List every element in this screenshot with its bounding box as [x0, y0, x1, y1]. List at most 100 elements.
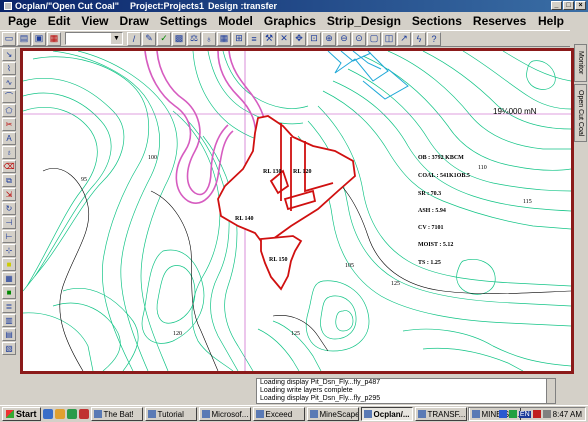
tab-monitor[interactable]: Monitor [574, 44, 587, 82]
clock[interactable]: 8:47 AM [553, 410, 582, 419]
chart-tool-icon[interactable]: ▧ [2, 342, 16, 355]
window-icon[interactable]: ▢ [367, 31, 381, 46]
split-icon[interactable]: ◫ [382, 31, 396, 46]
map-canvas[interactable]: 19¼000 mN RL 130 RL 120 RL 140 RL 150 OB… [20, 48, 574, 374]
menu-help[interactable]: Help [538, 14, 564, 28]
antivirus-icon[interactable] [508, 410, 517, 418]
task-minescape[interactable]: MineScape [306, 407, 359, 421]
task-transfer[interactable]: TRANSF... [414, 407, 467, 421]
image-icon[interactable]: ▩ [172, 31, 186, 46]
fill-tool-icon[interactable]: ■ [2, 258, 16, 271]
ocplan-icon [363, 410, 372, 418]
menu-edit[interactable]: Edit [48, 14, 71, 28]
table-tool-icon[interactable]: ▥ [2, 314, 16, 327]
menu-settings[interactable]: Settings [160, 14, 207, 28]
snap-tool-icon[interactable]: ⊹ [2, 244, 16, 257]
menu-reserves[interactable]: Reserves [473, 14, 526, 28]
green-tool-icon[interactable]: ■ [2, 286, 16, 299]
reserve-stat: SR : 70.3 [418, 191, 442, 197]
split-tool-icon[interactable]: ⊣ [2, 216, 16, 229]
start-button[interactable]: Start [2, 407, 41, 421]
alert-icon[interactable] [532, 410, 541, 418]
copy-tool-icon[interactable]: ⧉ [2, 174, 16, 187]
menu-graphics[interactable]: Graphics [264, 14, 316, 28]
save-icon[interactable]: ▣ [32, 31, 46, 46]
line-tool-icon[interactable]: ↘ [2, 48, 16, 61]
log-line: Loading display Pit_Dsn_Fly...fly_p295 [260, 395, 381, 402]
layer-tool-icon[interactable]: ▤ [2, 328, 16, 341]
zoom-in-icon[interactable]: ⊕ [322, 31, 336, 46]
volume-icon[interactable] [542, 410, 551, 418]
contour-map[interactable] [23, 51, 571, 371]
arc-tool-icon[interactable]: ⌒ [2, 90, 16, 103]
pencil-icon[interactable]: / [127, 31, 141, 46]
curve-tool-icon[interactable]: ∿ [2, 76, 16, 89]
left-tool-palette: ↘ ⌇ ∿ ⌒ ⬠ ✂ A ♁ ⌫ ⧉ ⇲ ↻ ⊣ ⊢ ⊹ ■ ▦ ■ ≣ ▥ … [0, 47, 18, 377]
grid-icon[interactable]: ▦ [217, 31, 231, 46]
tools-icon[interactable]: ⚒ [262, 31, 276, 46]
new-page-icon[interactable]: ▭ [2, 31, 16, 46]
task-microsoft[interactable]: Microsof... [198, 407, 251, 421]
layer-select[interactable]: ▼ [65, 32, 123, 45]
browser-icon[interactable] [66, 409, 77, 419]
grid-tool-icon[interactable]: ▦ [2, 272, 16, 285]
menu-page[interactable]: Page [8, 14, 37, 28]
menu-view[interactable]: View [81, 14, 108, 28]
taskbar: Start The Bat! Tutorial Microsof... Exce… [0, 405, 588, 422]
erase-tool-icon[interactable]: ⌫ [2, 160, 16, 173]
cut-tool-icon[interactable]: ✂ [2, 118, 16, 131]
task-ocplan[interactable]: Ocplan/... [360, 407, 413, 421]
zoom-out-icon[interactable]: ⊖ [337, 31, 351, 46]
print-icon[interactable]: ▦ [47, 31, 61, 46]
contour-label: 95 [81, 177, 87, 183]
cross-icon[interactable]: ✕ [277, 31, 291, 46]
arrow-icon[interactable]: ↗ [397, 31, 411, 46]
polyline-tool-icon[interactable]: ⌇ [2, 62, 16, 75]
desktop-icon[interactable] [42, 409, 53, 419]
menu-model[interactable]: Model [218, 14, 253, 28]
bat-icon [93, 410, 102, 418]
bolt-icon[interactable]: ϟ [412, 31, 426, 46]
zoom-window-icon[interactable]: ⊡ [307, 31, 321, 46]
bulb-tool-icon[interactable]: ♁ [2, 146, 16, 159]
status-area: Loading display Pit_Dsn_Fly...fly_p487 L… [20, 376, 574, 406]
task-exceed[interactable]: Exceed [252, 407, 305, 421]
maximize-button[interactable]: □ [563, 1, 574, 10]
message-log[interactable]: Loading display Pit_Dsn_Fly...fly_p487 L… [256, 378, 556, 404]
stack-tool-icon[interactable]: ≣ [2, 300, 16, 313]
rotate-tool-icon[interactable]: ↻ [2, 202, 16, 215]
edit-icon[interactable]: ✎ [142, 31, 156, 46]
network-icon[interactable] [498, 410, 507, 418]
menu-draw[interactable]: Draw [120, 14, 149, 28]
start-label: Start [16, 409, 37, 419]
open-folder-icon[interactable]: ▤ [17, 31, 31, 46]
task-the-bat[interactable]: The Bat! [90, 407, 143, 421]
measure-icon[interactable]: ⊞ [232, 31, 246, 46]
contour-label: 100 [148, 155, 157, 161]
zoom-extent-icon[interactable]: ⊙ [352, 31, 366, 46]
bulb-icon[interactable]: ♁ [202, 31, 216, 46]
pan-icon[interactable]: ✥ [292, 31, 306, 46]
text-tool-icon[interactable]: A [2, 132, 16, 145]
tab-open-cut-coal[interactable]: Open Cut Coal [574, 84, 587, 142]
layers-icon[interactable]: ≡ [247, 31, 261, 46]
help-icon[interactable]: ? [427, 31, 441, 46]
menu-strip-design[interactable]: Strip_Design [327, 14, 401, 28]
polygon-tool-icon[interactable]: ⬠ [2, 104, 16, 117]
menu-sections[interactable]: Sections [412, 14, 462, 28]
move-tool-icon[interactable]: ⇲ [2, 188, 16, 201]
language-indicator[interactable]: EN [518, 410, 531, 418]
app-icon [4, 2, 12, 10]
scale-icon[interactable]: ⚖ [187, 31, 201, 46]
check-icon[interactable]: ✓ [157, 31, 171, 46]
minimize-button[interactable]: _ [551, 1, 562, 10]
explorer-icon[interactable] [54, 409, 65, 419]
contour-label: 125 [291, 331, 300, 337]
contour-label: 110 [478, 165, 487, 171]
task-tutorial[interactable]: Tutorial [144, 407, 197, 421]
pit-outline [217, 115, 356, 291]
mail-icon[interactable] [78, 409, 89, 419]
log-scrollbar[interactable] [546, 379, 555, 403]
join-tool-icon[interactable]: ⊢ [2, 230, 16, 243]
close-button[interactable]: × [575, 1, 586, 10]
